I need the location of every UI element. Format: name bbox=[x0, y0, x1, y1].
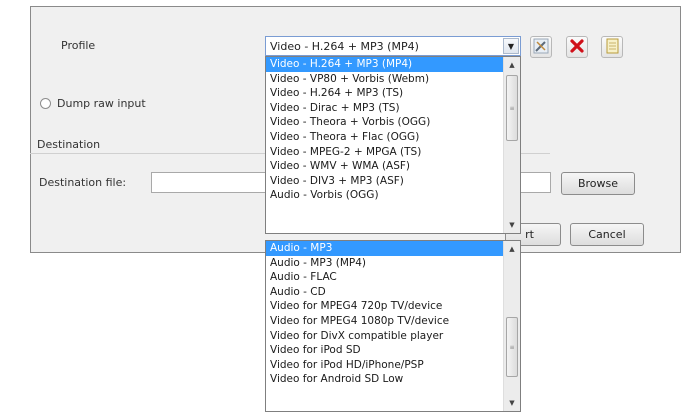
list-item[interactable]: Video for MPEG4 1080p TV/device bbox=[266, 314, 503, 329]
chevron-down-icon[interactable]: ▼ bbox=[503, 38, 519, 54]
list-item[interactable]: Video - WMV + WMA (ASF) bbox=[266, 159, 503, 174]
browse-button[interactable]: Browse bbox=[561, 172, 635, 195]
profile-label: Profile bbox=[61, 39, 96, 52]
list-item[interactable]: Video - Theora + Vorbis (OGG) bbox=[266, 115, 503, 130]
scrollbar-thumb[interactable]: ≡ bbox=[506, 75, 518, 141]
edit-profile-button[interactable] bbox=[530, 36, 552, 58]
destination-section-label: Destination bbox=[37, 138, 101, 151]
delete-profile-button[interactable] bbox=[566, 36, 588, 58]
list-item[interactable]: Audio - FLAC bbox=[266, 270, 503, 285]
list-item[interactable]: Video - H.264 + MP3 (MP4) bbox=[266, 57, 503, 72]
cancel-button[interactable]: Cancel bbox=[570, 223, 644, 246]
scroll-up-icon[interactable]: ▲ bbox=[504, 241, 520, 257]
list-item[interactable]: Video - Theora + Flac (OGG) bbox=[266, 130, 503, 145]
list-item[interactable]: Audio - CD bbox=[266, 285, 503, 300]
list-item[interactable]: Audio - MP3 (MP4) bbox=[266, 256, 503, 271]
list-item[interactable]: Video for MPEG4 720p TV/device bbox=[266, 299, 503, 314]
list-item[interactable]: Video - H.264 + MP3 (TS) bbox=[266, 86, 503, 101]
list-item[interactable]: Video for iPod SD bbox=[266, 343, 503, 358]
scrollbar-thumb[interactable]: ≡ bbox=[506, 317, 518, 377]
list-item[interactable]: Video - Dirac + MP3 (TS) bbox=[266, 101, 503, 116]
scroll-up-icon[interactable]: ▲ bbox=[504, 57, 520, 73]
list-item[interactable]: Video for DivX compatible player bbox=[266, 329, 503, 344]
new-profile-button[interactable] bbox=[601, 36, 623, 58]
list-item[interactable]: Audio - Vorbis (OGG) bbox=[266, 188, 503, 203]
dropdown-scrollbar[interactable]: ▲ ≡ ▼ bbox=[503, 241, 520, 411]
profile-selected-value: Video - H.264 + MP3 (MP4) bbox=[270, 39, 419, 53]
list-item[interactable]: Video - VP80 + Vorbis (Webm) bbox=[266, 72, 503, 87]
profile-dropdown-list-top[interactable]: Video - H.264 + MP3 (MP4) Video - VP80 +… bbox=[265, 56, 521, 234]
scroll-down-icon[interactable]: ▼ bbox=[504, 217, 520, 233]
scroll-down-icon[interactable]: ▼ bbox=[504, 395, 520, 411]
profile-dropdown-list-bottom[interactable]: Audio - MP3 Audio - MP3 (MP4) Audio - FL… bbox=[265, 240, 521, 412]
new-document-icon bbox=[604, 38, 620, 57]
profile-combobox[interactable]: Video - H.264 + MP3 (MP4) ▼ bbox=[265, 36, 521, 56]
dropdown-scrollbar[interactable]: ▲ ≡ ▼ bbox=[503, 57, 520, 233]
list-item[interactable]: Video for Android SD Low bbox=[266, 372, 503, 387]
wrench-pencil-icon bbox=[533, 38, 549, 57]
list-item[interactable]: Video - MPEG-2 + MPGA (TS) bbox=[266, 145, 503, 160]
dump-raw-input-radio[interactable] bbox=[40, 98, 51, 109]
list-item[interactable]: Video for iPod HD/iPhone/PSP bbox=[266, 358, 503, 373]
list-item[interactable]: Video - DIV3 + MP3 (ASF) bbox=[266, 174, 503, 189]
destination-file-label: Destination file: bbox=[39, 176, 127, 189]
dump-raw-input-label: Dump raw input bbox=[57, 97, 146, 110]
red-x-icon bbox=[569, 38, 585, 57]
list-item[interactable]: Audio - MP3 bbox=[266, 241, 503, 256]
